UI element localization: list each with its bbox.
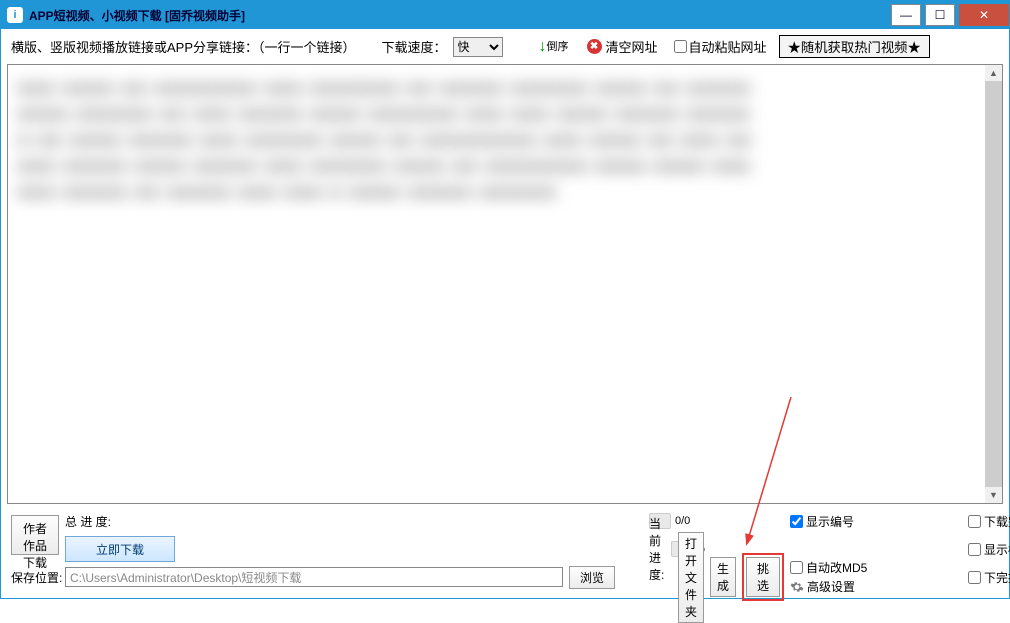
toolbar: 横版、竖版视频播放链接或APP分享链接：（一行一个链接） 下载速度： 快 ↓ 倒…	[1, 29, 1009, 64]
clear-urls-label: 清空网址	[606, 37, 658, 56]
speed-label: 下载速度：	[382, 37, 447, 56]
download-now-button[interactable]: 立即下载	[65, 536, 175, 562]
gear-icon	[790, 580, 804, 594]
reverse-sort-button[interactable]: ↓ 倒序	[539, 38, 569, 56]
browse-button[interactable]: 浏览	[569, 566, 615, 589]
autopaste-checkbox[interactable]	[674, 40, 687, 53]
auto-md5-label: 自动改MD5	[806, 559, 867, 576]
bottom-panel: 总 进 度: 0/0 作者作品下载 显示编号 下载完成自动关机 当前进度: 0%…	[1, 506, 1009, 598]
scrollbar[interactable]: ▲ ▼	[985, 65, 1002, 503]
clear-urls-button[interactable]: ✖ 清空网址	[583, 37, 662, 56]
minimize-button[interactable]: —	[891, 4, 921, 26]
finish-sound-label: 下完提示音	[984, 569, 1010, 586]
auto-md5-checkbox[interactable]	[790, 561, 803, 574]
show-idcode-checkbox[interactable]	[968, 543, 981, 556]
titlebar: i APP短视频、小视频下载 [固乔视频助手] — ☐ ✕	[1, 1, 1009, 29]
reverse-sort-label: 倒序	[547, 42, 569, 52]
speed-select[interactable]: 快	[453, 37, 503, 57]
url-hint-label: 横版、竖版视频播放链接或APP分享链接：（一行一个链接）	[11, 37, 356, 56]
random-hot-button[interactable]: ★随机获取热门视频★	[779, 35, 930, 58]
pick-highlight: 挑选	[742, 553, 784, 601]
total-progress-value: 0/0	[671, 515, 685, 527]
autopaste-label: 自动粘贴网址	[689, 37, 767, 56]
url-textarea[interactable]: ■■■ ■■■■ ■■ ■■■■■■■■ ■■■ ■■■■■■■ ■■ ■■■■…	[7, 64, 1003, 504]
scroll-down-icon[interactable]: ▼	[985, 487, 1002, 503]
save-path-input[interactable]	[65, 567, 563, 587]
show-index-checkbox[interactable]	[790, 515, 803, 528]
show-index-label: 显示编号	[806, 513, 854, 530]
close-button[interactable]: ✕	[959, 4, 1009, 26]
app-icon: i	[7, 7, 23, 23]
scrollbar-thumb[interactable]	[985, 81, 1002, 504]
generate-button[interactable]: 生成	[710, 557, 736, 597]
advanced-settings-label: 高级设置	[807, 578, 855, 595]
save-path-label: 保存位置:	[11, 569, 65, 586]
show-idcode-label: 显示标识码	[984, 541, 1010, 558]
arrow-down-icon: ↓	[539, 38, 547, 56]
auto-shutdown-label: 下载完成自动关机	[984, 513, 1010, 530]
auto-shutdown-checkbox[interactable]	[968, 515, 981, 528]
advanced-settings-link[interactable]: 高级设置	[790, 578, 855, 595]
current-progress-label: 当前进度:	[649, 515, 671, 583]
app-window: i APP短视频、小视频下载 [固乔视频助手] — ☐ ✕ 横版、竖版视频播放链…	[0, 0, 1010, 599]
clear-icon: ✖	[587, 39, 602, 54]
open-folder-button[interactable]: 打开文件夹	[678, 532, 704, 623]
total-progress-label: 总 进 度:	[65, 513, 649, 530]
window-title: APP短视频、小视频下载 [固乔视频助手]	[29, 7, 245, 24]
pick-button[interactable]: 挑选	[746, 557, 780, 597]
window-controls: — ☐ ✕	[891, 4, 1009, 26]
scroll-up-icon[interactable]: ▲	[985, 65, 1002, 81]
finish-sound-checkbox[interactable]	[968, 571, 981, 584]
autopaste-checkbox-wrap[interactable]: 自动粘贴网址	[674, 37, 767, 56]
maximize-button[interactable]: ☐	[925, 4, 955, 26]
author-works-button[interactable]: 作者作品下载	[11, 515, 59, 555]
blurred-url-content: ■■■ ■■■■ ■■ ■■■■■■■■ ■■■ ■■■■■■■ ■■ ■■■■…	[18, 75, 758, 205]
